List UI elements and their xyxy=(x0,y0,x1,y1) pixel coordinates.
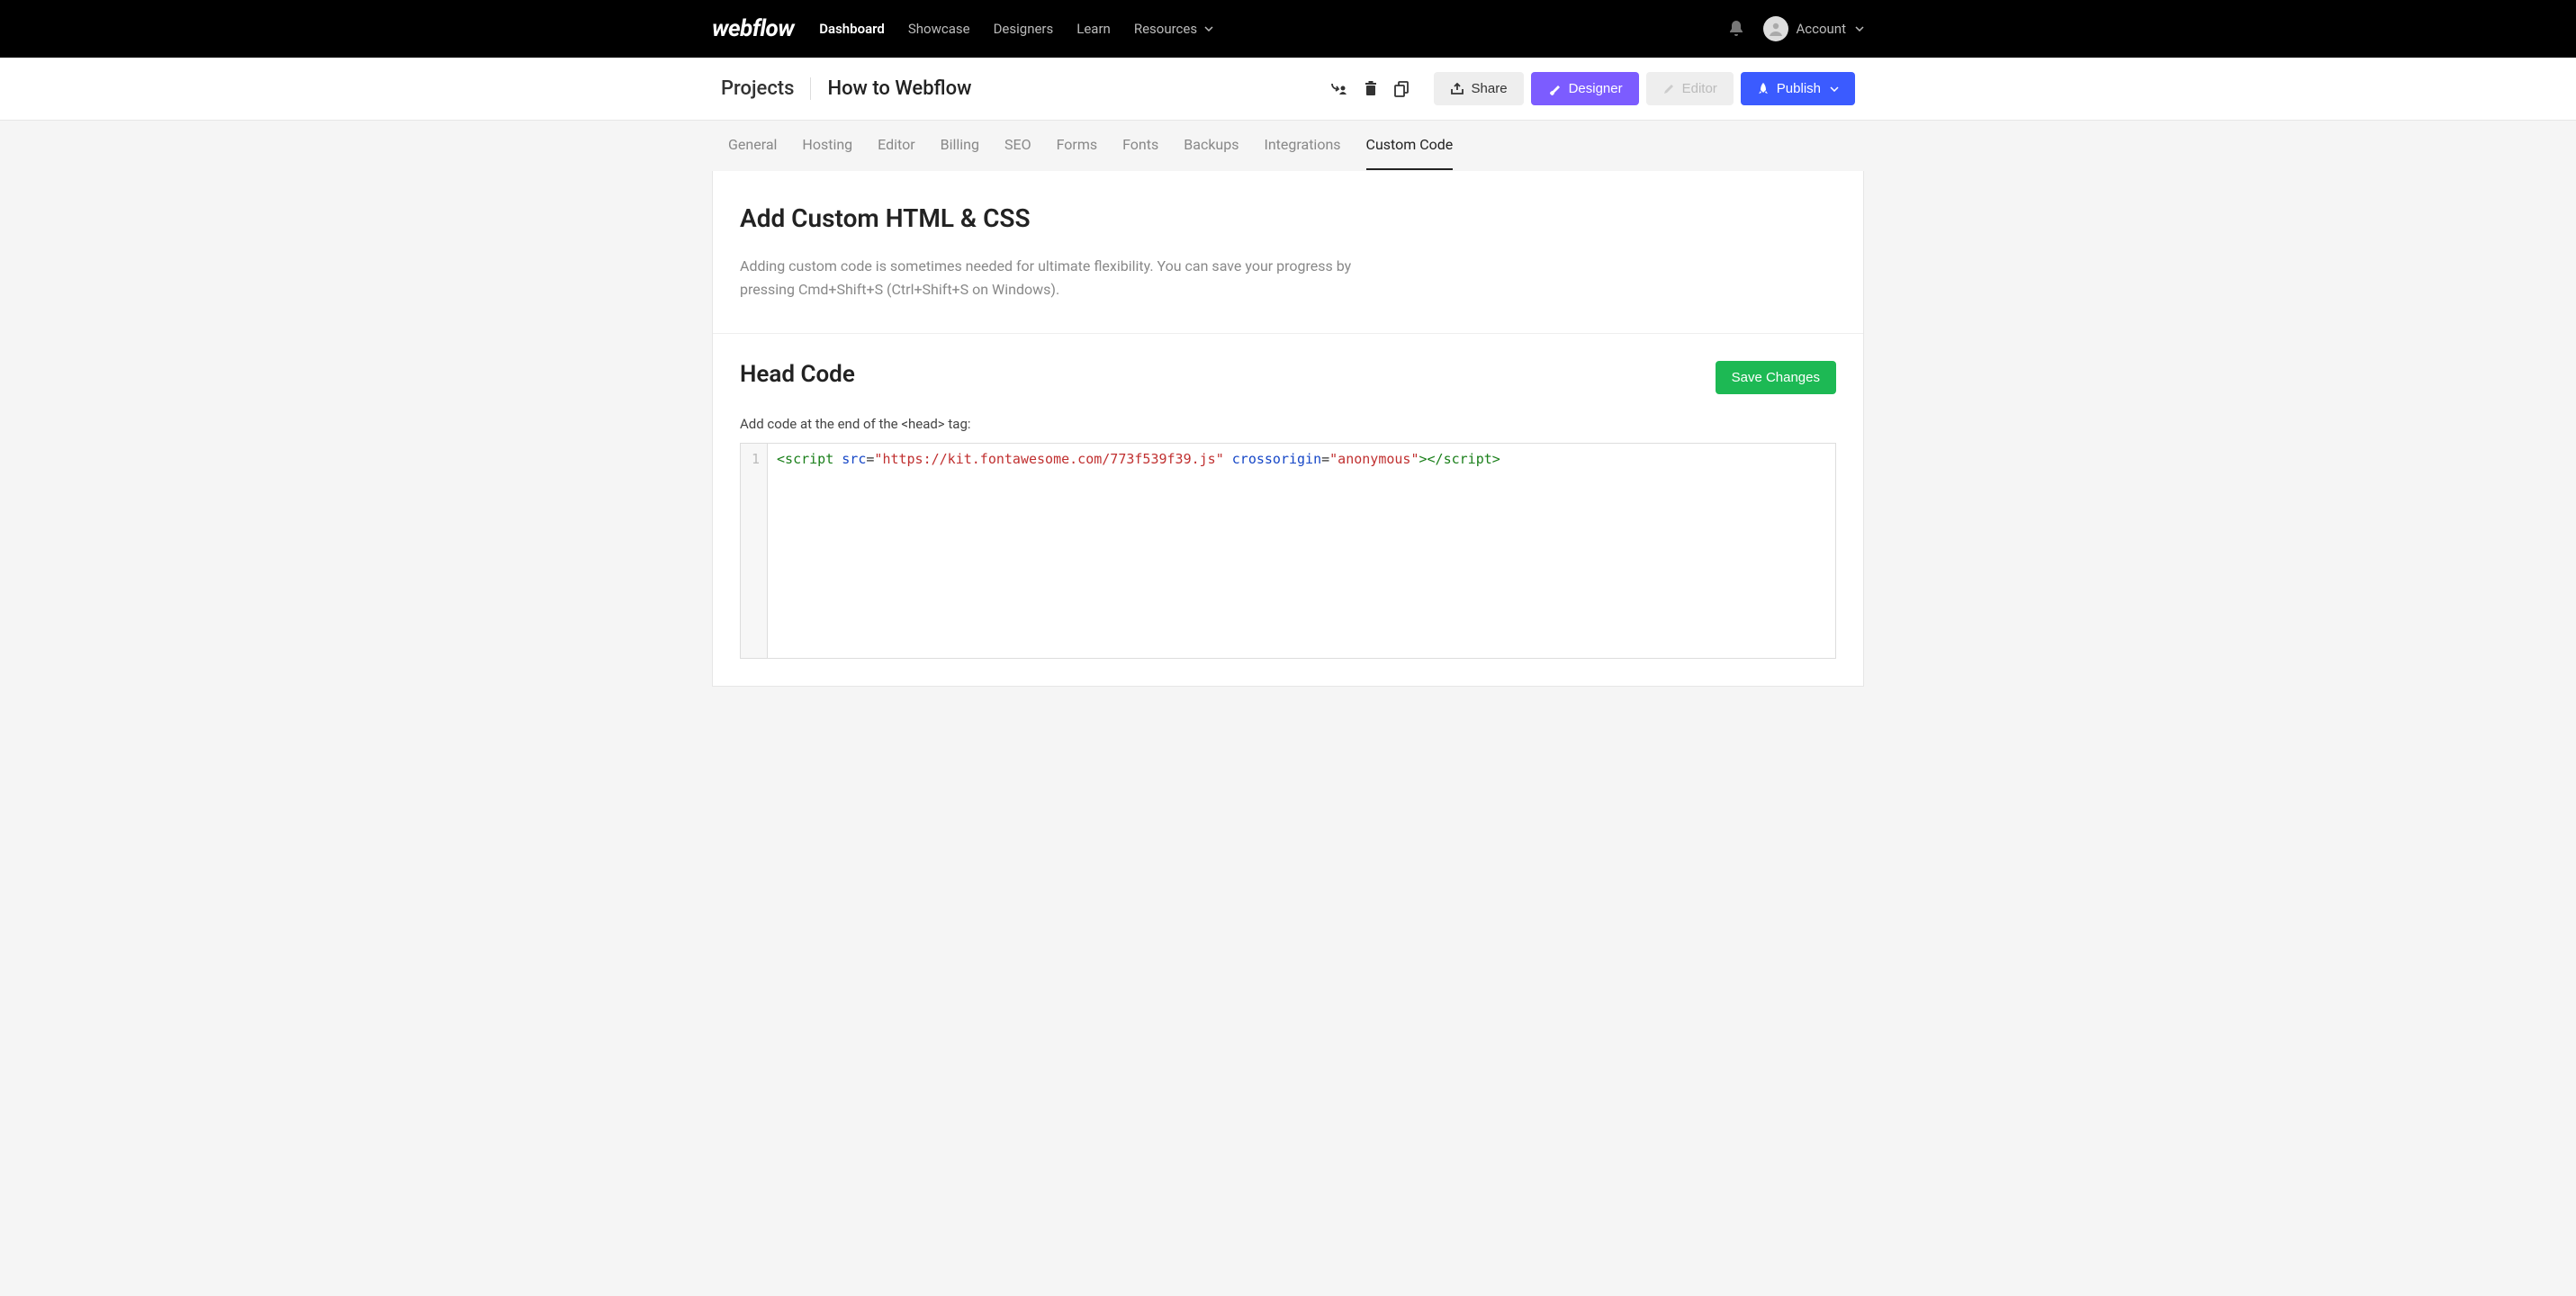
tab-fonts[interactable]: Fonts xyxy=(1122,121,1158,170)
brush-icon xyxy=(1547,82,1562,96)
breadcrumb-project-name: How to Webflow xyxy=(811,77,971,100)
nav-learn[interactable]: Learn xyxy=(1076,21,1111,37)
publish-label: Publish xyxy=(1777,81,1821,96)
code-token: anonymous xyxy=(1338,451,1410,467)
tab-editor[interactable]: Editor xyxy=(878,121,914,170)
project-bar: Projects How to Webflow Share Designer E… xyxy=(0,58,2576,121)
page-title: Add Custom HTML & CSS xyxy=(740,203,1836,233)
code-body[interactable]: <script src="https://kit.fontawesome.com… xyxy=(768,444,1509,658)
code-gutter: 1 xyxy=(741,444,768,658)
nav-dashboard[interactable]: Dashboard xyxy=(819,21,885,37)
code-token: src xyxy=(842,451,866,467)
head-code-title: Head Code xyxy=(740,361,855,388)
tab-billing[interactable]: Billing xyxy=(941,121,979,170)
designer-button[interactable]: Designer xyxy=(1531,72,1639,105)
project-action-icons xyxy=(1329,81,1410,97)
settings-tabs: General Hosting Editor Billing SEO Forms… xyxy=(712,121,1864,171)
code-token: </script xyxy=(1428,451,1492,467)
save-changes-button[interactable]: Save Changes xyxy=(1716,361,1836,394)
tab-integrations[interactable]: Integrations xyxy=(1264,121,1340,170)
notifications-icon[interactable] xyxy=(1727,19,1745,39)
code-token: https://kit.fontawesome.com/773f539f39.j… xyxy=(882,451,1215,467)
chevron-down-icon xyxy=(1830,86,1839,92)
nav-resources[interactable]: Resources xyxy=(1134,21,1213,37)
head-code-hint: Add code at the end of the <head> tag: xyxy=(740,416,1836,432)
code-token: " xyxy=(1329,451,1338,467)
share-label: Share xyxy=(1472,81,1508,96)
tab-hosting[interactable]: Hosting xyxy=(802,121,852,170)
head-code-section: Head Code Save Changes Add code at the e… xyxy=(713,334,1863,686)
page-description: Adding custom code is sometimes needed f… xyxy=(740,255,1388,301)
code-token: <script xyxy=(777,451,833,467)
tab-backups[interactable]: Backups xyxy=(1184,121,1238,170)
tab-general[interactable]: General xyxy=(728,121,777,170)
editor-button: Editor xyxy=(1646,72,1734,105)
duplicate-icon[interactable] xyxy=(1394,81,1410,97)
avatar xyxy=(1763,16,1788,41)
code-token: = xyxy=(1321,451,1329,467)
nav-showcase[interactable]: Showcase xyxy=(908,21,970,37)
chevron-down-icon xyxy=(1855,26,1864,32)
head-code-editor[interactable]: 1 <script src="https://kit.fontawesome.c… xyxy=(740,443,1836,659)
nav-resources-label: Resources xyxy=(1134,21,1197,37)
code-token: " xyxy=(1216,451,1224,467)
tab-custom-code[interactable]: Custom Code xyxy=(1366,121,1454,170)
transfer-icon[interactable] xyxy=(1329,81,1347,97)
tab-forms[interactable]: Forms xyxy=(1057,121,1098,170)
nav-designers[interactable]: Designers xyxy=(994,21,1054,37)
main-panel: Add Custom HTML & CSS Adding custom code… xyxy=(712,171,1864,687)
code-token: > xyxy=(1492,451,1500,467)
share-button[interactable]: Share xyxy=(1434,72,1524,105)
designer-label: Designer xyxy=(1569,81,1623,96)
code-token: crossorigin xyxy=(1232,451,1321,467)
nav-links: Dashboard Showcase Designers Learn Resou… xyxy=(819,21,1727,37)
intro-section: Add Custom HTML & CSS Adding custom code… xyxy=(713,171,1863,334)
webflow-logo[interactable]: webflow xyxy=(712,15,794,42)
rocket-icon xyxy=(1757,82,1770,96)
account-label: Account xyxy=(1796,21,1846,37)
editor-label: Editor xyxy=(1682,81,1717,96)
code-token: > xyxy=(1419,451,1427,467)
tab-seo[interactable]: SEO xyxy=(1004,121,1031,170)
top-navigation: webflow Dashboard Showcase Designers Lea… xyxy=(0,0,2576,58)
account-menu[interactable]: Account xyxy=(1763,16,1864,41)
breadcrumb-projects[interactable]: Projects xyxy=(721,77,811,100)
line-number: 1 xyxy=(752,451,760,467)
publish-button[interactable]: Publish xyxy=(1741,72,1855,105)
trash-icon[interactable] xyxy=(1364,81,1378,97)
pencil-icon xyxy=(1662,83,1675,95)
share-icon xyxy=(1450,83,1464,95)
chevron-down-icon xyxy=(1204,26,1213,32)
